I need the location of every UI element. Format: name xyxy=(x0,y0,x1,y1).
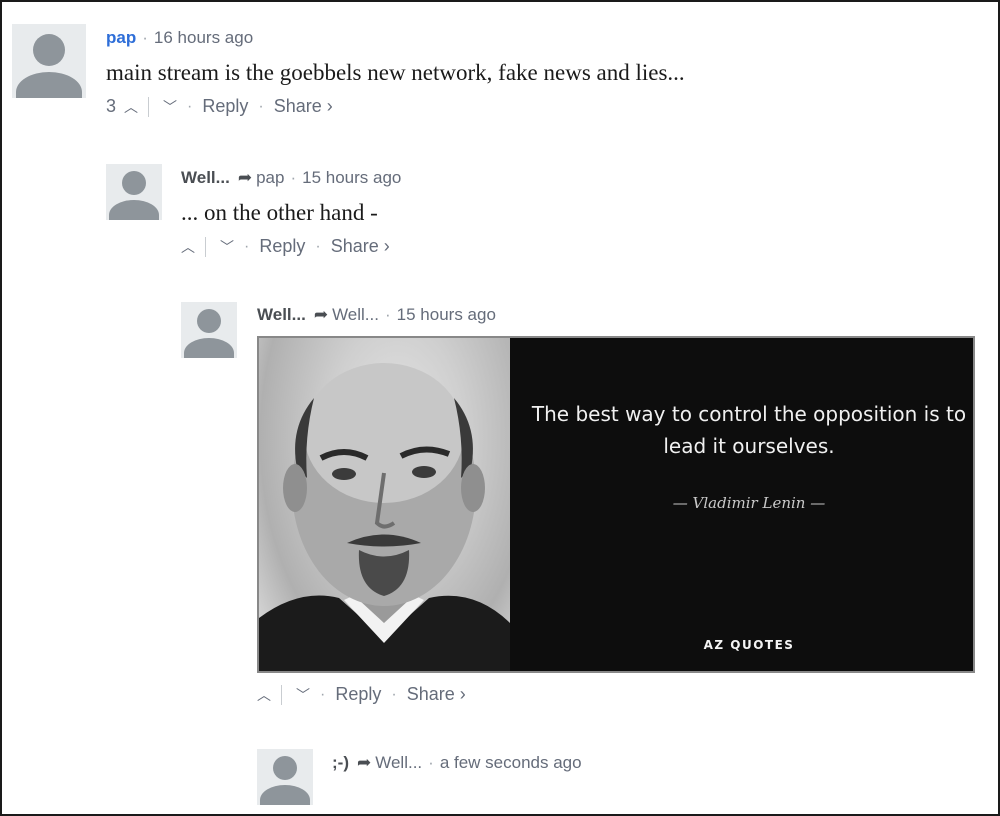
reply-button[interactable]: Reply xyxy=(259,236,305,257)
timestamp[interactable]: 15 hours ago xyxy=(397,305,496,325)
portrait-photo xyxy=(259,338,510,671)
comments-thread: pap · 16 hours ago main stream is the go… xyxy=(0,0,1000,816)
portrait-illustration xyxy=(259,363,510,671)
chevron-up-icon[interactable]: ︿ xyxy=(257,685,271,705)
share-button[interactable]: Share › xyxy=(331,236,390,257)
parent-author[interactable]: pap xyxy=(256,168,284,188)
reply-arrow-icon: ➦ xyxy=(313,305,329,324)
author-name[interactable]: pap xyxy=(106,28,136,48)
quote-text: The best way to control the opposition i… xyxy=(531,402,967,458)
comment-actions: ︿ ﹀ · Reply · Share › xyxy=(181,236,390,257)
chevron-up-icon[interactable]: ︿ xyxy=(124,97,138,117)
vote-count: 3 xyxy=(106,96,117,116)
comment-meta: pap · 16 hours ago xyxy=(106,28,254,48)
comment-text: main stream is the goebbels new network,… xyxy=(106,60,685,85)
avatar-icon[interactable] xyxy=(106,164,162,220)
author-name[interactable]: Well... xyxy=(257,305,306,325)
quote-image[interactable]: The best way to control the opposition i… xyxy=(257,336,975,673)
timestamp[interactable]: 15 hours ago xyxy=(302,168,401,188)
comment-text: ... on the other hand - xyxy=(181,200,378,225)
chevron-down-icon[interactable]: ﹀ xyxy=(296,685,310,705)
reply-arrow-icon: ➦ xyxy=(237,168,253,187)
avatar-icon[interactable] xyxy=(181,302,237,358)
timestamp[interactable]: a few seconds ago xyxy=(440,753,582,773)
reply-arrow-icon: ➦ xyxy=(356,753,372,772)
share-button[interactable]: Share › xyxy=(407,684,466,705)
avatar-icon[interactable] xyxy=(12,24,86,98)
comment-meta: Well... ➦ Well... · 15 hours ago xyxy=(257,305,496,325)
author-name[interactable]: ;-) xyxy=(332,753,349,773)
quote-author: — Vladimir Lenin — xyxy=(672,494,826,512)
chevron-down-icon[interactable]: ﹀ xyxy=(220,237,234,257)
comment-meta: Well... ➦ pap · 15 hours ago xyxy=(181,168,402,188)
timestamp[interactable]: 16 hours ago xyxy=(154,28,253,48)
parent-author[interactable]: Well... xyxy=(332,305,379,325)
reply-button[interactable]: Reply xyxy=(335,684,381,705)
chevron-down-icon[interactable]: ﹀ xyxy=(163,97,177,117)
reply-button[interactable]: Reply xyxy=(202,96,248,117)
avatar-icon[interactable] xyxy=(257,749,313,805)
comment-actions: 3 ︿ ﹀ · Reply · Share › xyxy=(106,96,333,117)
share-button[interactable]: Share › xyxy=(274,96,333,117)
comment-meta: ;-) ➦ Well... · a few seconds ago xyxy=(332,753,582,773)
comment-actions: ︿ ﹀ · Reply · Share › xyxy=(257,684,466,705)
az-quotes-logo: AZ QUOTES xyxy=(703,638,795,652)
author-name[interactable]: Well... xyxy=(181,168,230,188)
parent-author[interactable]: Well... xyxy=(375,753,422,773)
chevron-up-icon[interactable]: ︿ xyxy=(181,237,195,257)
